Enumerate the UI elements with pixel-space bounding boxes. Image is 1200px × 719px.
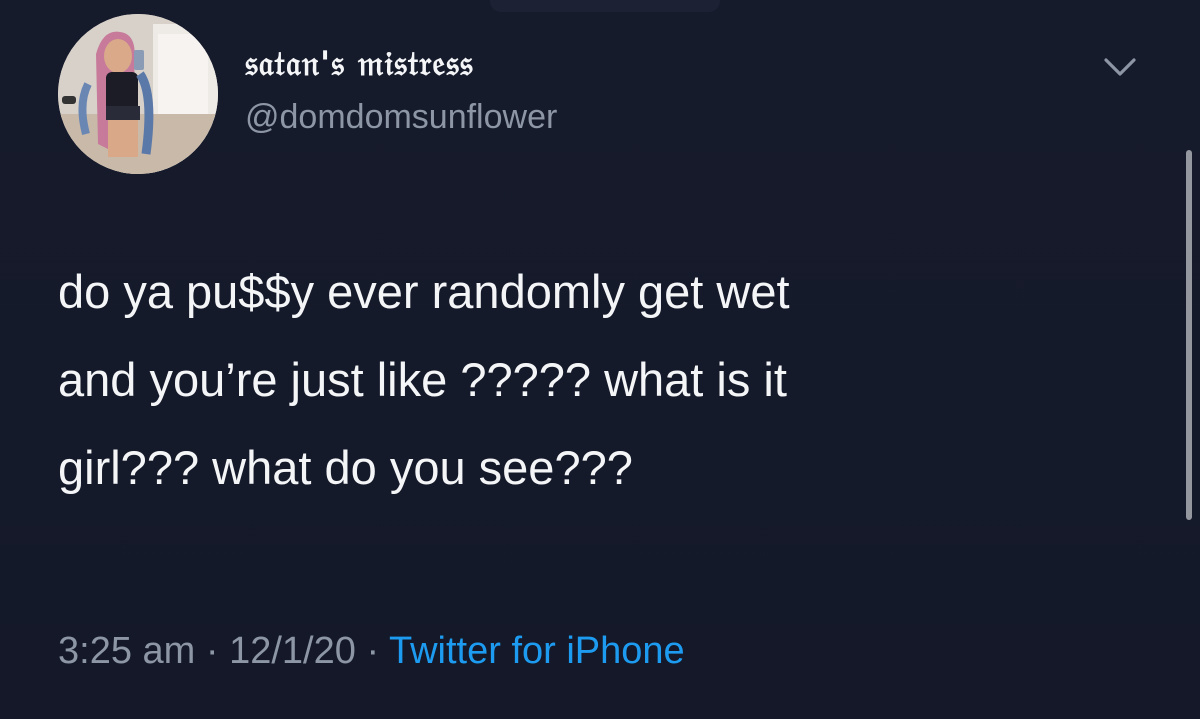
tweet-text: do ya pu$$y ever randomly get wet and yo… [58, 265, 790, 494]
avatar[interactable] [58, 14, 218, 174]
tweet-date[interactable]: 12/1/20 [229, 630, 356, 672]
top-edge-overlay [490, 0, 720, 12]
chevron-down-icon[interactable] [1100, 52, 1140, 80]
display-name[interactable]: 𝔰𝔞𝔱𝔞𝔫'𝔰 𝔪𝔦𝔰𝔱𝔯𝔢𝔰𝔰 [245, 44, 474, 84]
meta-separator: · [205, 630, 219, 672]
tweet-time: 3:25 am [58, 630, 196, 672]
tweet-source-link[interactable]: Twitter for iPhone [389, 630, 685, 672]
scrollbar[interactable] [1186, 150, 1192, 520]
user-handle[interactable]: @domdomsunflower [245, 98, 557, 137]
tweet-card: 𝔰𝔞𝔱𝔞𝔫'𝔰 𝔪𝔦𝔰𝔱𝔯𝔢𝔰𝔰 @domdomsunflower do ya … [0, 0, 1200, 719]
avatar-photo [58, 14, 218, 174]
tweet-metadata: 3:25 am · 12/1/20 · Twitter for iPhone [58, 630, 685, 673]
meta-separator: · [366, 630, 380, 672]
